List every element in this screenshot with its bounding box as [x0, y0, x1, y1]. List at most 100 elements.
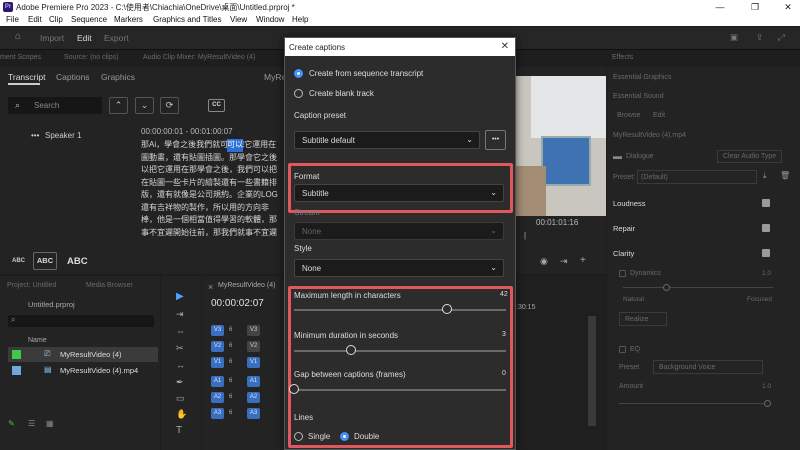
tab-export[interactable]: Export	[104, 33, 129, 43]
pencil-icon[interactable]: ✎	[8, 419, 15, 428]
menu-help[interactable]: Help	[292, 15, 308, 24]
radio-from-transcript[interactable]	[294, 69, 303, 78]
save-preset-icon[interactable]: ⤓	[763, 171, 767, 181]
tab-edit[interactable]: Edit	[653, 112, 665, 119]
tab-essential-graphics[interactable]: Essential Graphics	[613, 74, 671, 81]
loudness-section[interactable]: Loudness	[613, 199, 646, 208]
menu-markers[interactable]: Markers	[114, 15, 143, 24]
menu-sequence[interactable]: Sequence	[71, 15, 107, 24]
text-size-large[interactable]: ABC	[67, 256, 88, 267]
track-a3[interactable]: A3	[211, 408, 224, 419]
tab-project[interactable]: Project: Untitled	[7, 282, 56, 289]
more-options-icon[interactable]: •••	[31, 131, 39, 140]
close-window-button[interactable]: ✕	[782, 1, 794, 13]
eq-checkbox[interactable]	[619, 346, 626, 353]
create-captions-cc-button[interactable]: CC	[208, 99, 225, 112]
lock-icon[interactable]: 6	[229, 394, 232, 400]
transcript-line[interactable]: 版，還有就像是公司規約。企業的LOG	[141, 189, 284, 202]
loudness-checkbox[interactable]	[762, 199, 770, 207]
realize-button[interactable]: Realize	[619, 312, 667, 326]
source-tab[interactable]: Source: (no clips)	[64, 54, 118, 61]
track-select-icon[interactable]: ⇥	[176, 309, 184, 320]
chevron-up-button[interactable]: ⌃	[109, 97, 128, 114]
amount-knob[interactable]	[764, 400, 771, 407]
tab-essential-sound[interactable]: Essential Sound	[613, 93, 664, 100]
repair-checkbox[interactable]	[762, 224, 770, 232]
list-view-icon[interactable]: ☰	[28, 419, 35, 428]
menu-graphics-titles[interactable]: Graphics and Titles	[153, 15, 221, 24]
text-size-medium[interactable]: ABC	[33, 252, 57, 270]
scopes-tab[interactable]: ment Scopes	[0, 54, 41, 61]
menu-edit[interactable]: Edit	[28, 15, 42, 24]
razor-tool-icon[interactable]: ✂	[176, 343, 184, 354]
timeline-timecode[interactable]: 00:00:02:07	[211, 298, 264, 309]
transcript-line[interactable]: 那Ai，學會之後我們就可以把它運用在 可以	[141, 139, 284, 152]
track-a2-target[interactable]: A2	[247, 392, 260, 403]
track-v3[interactable]: V3	[211, 325, 224, 336]
tab-captions[interactable]: Captions	[56, 72, 90, 82]
share-icon[interactable]: ⇪	[756, 32, 763, 43]
delete-preset-icon[interactable]: 🗑	[780, 171, 790, 180]
gap-knob[interactable]	[289, 384, 299, 394]
rectangle-tool-icon[interactable]: ▭	[176, 393, 185, 404]
transcript-line[interactable]: 圖動畫，還有貼圖插圖。那學會它之後	[141, 152, 284, 165]
min-duration-slider[interactable]	[294, 350, 506, 352]
maximize-button[interactable]: ❐	[749, 1, 761, 13]
track-a1-target[interactable]: A1	[247, 376, 260, 387]
track-a1[interactable]: A1	[211, 376, 224, 387]
track-v1[interactable]: V1	[211, 357, 224, 368]
list-item[interactable]: ⎚ MyResultVideo (4)	[8, 347, 158, 362]
transcript-line[interactable]: 以把它運用在那學會之後，我們可以把	[141, 164, 284, 177]
selection-tool-icon[interactable]: ▶	[176, 291, 184, 302]
radio-blank-track-label[interactable]: Create blank track	[309, 89, 374, 98]
radio-double[interactable]	[340, 432, 349, 441]
timeline-tab[interactable]: MyResultVideo (4)	[218, 282, 275, 289]
tab-transcript[interactable]: Transcript	[8, 72, 45, 82]
caption-preset-select[interactable]: Subtitle default ⌄	[294, 131, 480, 149]
tab-import[interactable]: Import	[40, 33, 64, 43]
menu-view[interactable]: View	[230, 15, 247, 24]
track-v2[interactable]: V2	[211, 341, 224, 352]
lock-icon[interactable]: 6	[229, 378, 232, 384]
clarity-checkbox[interactable]	[762, 249, 770, 257]
tab-browse[interactable]: Browse	[617, 112, 640, 119]
type-tool-icon[interactable]: T	[176, 425, 182, 436]
max-length-knob[interactable]	[441, 304, 452, 314]
lock-icon[interactable]: 6	[229, 343, 232, 349]
transcript-line[interactable]: 在貼圖一些卡片的繪製還有一些書籍排	[141, 177, 284, 190]
list-item[interactable]: ▤ MyResultVideo (4).mp4	[8, 364, 158, 378]
lock-icon[interactable]: 6	[229, 410, 232, 416]
audio-mixer-tab[interactable]: Audio Clip Mixer: MyResultVideo (4)	[143, 54, 255, 61]
menu-clip[interactable]: Clip	[49, 15, 63, 24]
tab-graphics[interactable]: Graphics	[101, 72, 135, 82]
name-column-header[interactable]: Name	[28, 337, 47, 344]
refresh-button[interactable]: ⟳	[160, 97, 179, 114]
max-length-slider[interactable]	[294, 309, 506, 311]
transcript-line[interactable]: 還有吉祥物的製作，所以用的方向非	[141, 202, 284, 215]
dynamics-slider[interactable]	[623, 287, 773, 288]
track-a2[interactable]: A2	[211, 392, 224, 403]
track-v1-target[interactable]: V1	[247, 357, 260, 368]
clear-audio-type-button[interactable]: Clear Audio Type	[717, 150, 783, 163]
repair-section[interactable]: Repair	[613, 224, 635, 233]
gap-slider[interactable]	[294, 389, 506, 391]
workspace-icon[interactable]: ▣	[730, 32, 738, 43]
radio-single-label[interactable]: Single	[308, 432, 330, 441]
slip-tool-icon[interactable]: ↔	[176, 360, 185, 370]
menu-file[interactable]: File	[6, 15, 19, 24]
add-button-icon[interactable]: +	[580, 255, 586, 266]
text-size-small[interactable]: ABC	[12, 258, 25, 264]
tab-media-browser[interactable]: Media Browser	[86, 282, 133, 289]
speaker-label[interactable]: Speaker 1	[45, 131, 81, 140]
effects-tab[interactable]: Effects	[612, 54, 633, 61]
tab-edit[interactable]: Edit	[77, 33, 92, 43]
close-icon[interactable]: ✕	[501, 41, 509, 52]
transcript-line[interactable]: 棒，他是一個相當值得學習的軟體，那	[141, 214, 284, 227]
step-forward-icon[interactable]: ⇥	[560, 256, 568, 267]
preset-more-button[interactable]: •••	[485, 130, 506, 150]
pen-tool-icon[interactable]: ✒	[176, 377, 184, 388]
style-select[interactable]: None ⌄	[294, 259, 504, 277]
dynamics-knob[interactable]	[663, 284, 670, 291]
amount-slider[interactable]	[619, 403, 769, 404]
lock-icon[interactable]: 6	[229, 359, 232, 365]
